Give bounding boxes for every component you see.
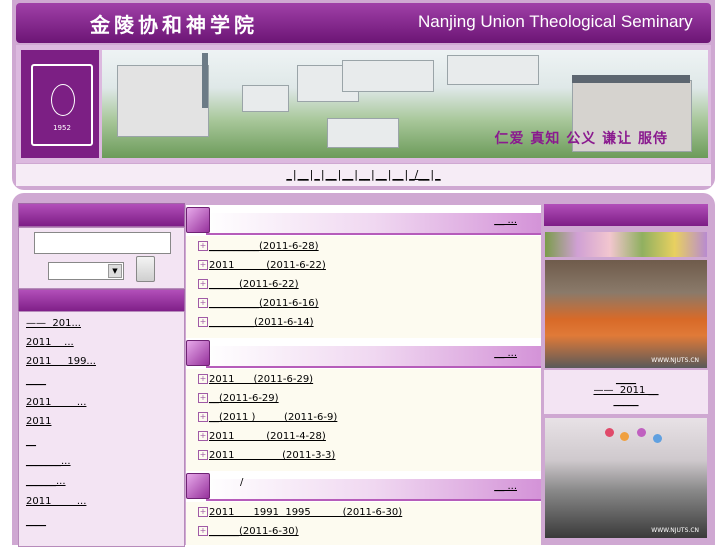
left-news-list: —— 201... 2011 ... 2011 199... ____ 2011…	[18, 311, 185, 547]
search-input[interactable]	[34, 232, 171, 254]
news-center: __ ... + __________(2011-6-28) +2011 (201…	[186, 205, 541, 545]
banner: 1952 仁爱 真知 公义 谦让 服侍	[16, 45, 711, 163]
section-title: /	[240, 477, 244, 488]
caption-line[interactable]: —— 2011 __	[544, 385, 708, 396]
news-item[interactable]: +2011 (2011-6-22)	[198, 260, 326, 271]
caption-line[interactable]: _____	[544, 396, 708, 407]
list-item[interactable]: ____	[26, 516, 46, 527]
list-item[interactable]: 2011	[26, 416, 51, 427]
motto-text: 仁爱 真知 公义 谦让 服侍	[494, 131, 668, 147]
gallery-header	[544, 204, 708, 226]
plus-icon: +	[198, 393, 208, 403]
news-item[interactable]: + __________(2011-6-16)	[198, 298, 319, 309]
news-list-header	[18, 289, 185, 313]
news-item[interactable]: + __(2011 ) (2011-6-9)	[198, 412, 337, 423]
nav-item[interactable]: __	[298, 168, 309, 181]
list-item[interactable]: __	[26, 436, 36, 447]
photo-watermark: WWW.NJUTS.CN	[651, 357, 699, 364]
list-item[interactable]: ______...	[26, 476, 66, 487]
caption-line[interactable]: ____	[544, 374, 708, 385]
search-panel: ▼	[18, 227, 185, 289]
news-item[interactable]: + ______(2011-6-22)	[198, 279, 299, 290]
list-item[interactable]: —— 201...	[26, 318, 81, 329]
main-navigation: _|__|_|__|__|__|__|__|_/__|_	[16, 164, 711, 186]
seminary-logo[interactable]: 1952	[21, 50, 99, 158]
list-item[interactable]: 2011 199...	[26, 356, 96, 367]
flowers-banner-image	[545, 232, 707, 257]
photo-caption: ____ —— 2011 __ _____	[544, 370, 708, 414]
list-item[interactable]: 2011 ...	[26, 397, 86, 408]
section-list: +2011 (2011-6-29) + __(2011-6-29) + __(201…	[186, 369, 541, 471]
nav-item[interactable]: _/__	[409, 168, 429, 181]
list-item[interactable]: ____	[26, 375, 46, 386]
news-item[interactable]: + ______(2011-6-30)	[198, 526, 299, 537]
plus-icon: +	[198, 507, 208, 517]
plus-icon: +	[198, 374, 208, 384]
plus-icon: +	[198, 260, 208, 270]
section-header: / __ ...	[186, 471, 541, 501]
plus-icon: +	[198, 526, 208, 536]
news-item[interactable]: +2011 (2011-3-3)	[198, 450, 335, 461]
news-item[interactable]: +2011 (2011-6-29)	[198, 374, 313, 385]
section-header: __ ...	[186, 205, 541, 235]
search-category-select[interactable]: ▼	[48, 262, 124, 280]
plus-icon: +	[198, 298, 208, 308]
nav-item[interactable]: __	[342, 168, 353, 181]
plus-icon: +	[198, 450, 208, 460]
search-button[interactable]	[136, 256, 155, 282]
cube-icon	[186, 207, 210, 233]
news-item[interactable]: +2011 (2011-4-28)	[198, 431, 326, 442]
plus-icon: +	[198, 412, 208, 422]
plus-icon: +	[198, 431, 208, 441]
nav-item[interactable]: __	[326, 168, 337, 181]
news-item[interactable]: + __(2011-6-29)	[198, 393, 279, 404]
plus-icon: +	[198, 241, 208, 251]
cube-icon	[186, 473, 210, 499]
photo-watermark: WWW.NJUTS.CN	[651, 527, 699, 534]
nav-item[interactable]: __	[392, 168, 403, 181]
chevron-down-icon: ▼	[108, 264, 122, 278]
nav-item[interactable]: _	[314, 168, 320, 181]
nav-item[interactable]: _	[286, 168, 292, 181]
group-photo[interactable]: WWW.NJUTS.CN	[545, 260, 707, 368]
seal-icon: 1952	[31, 64, 93, 146]
plus-icon: +	[198, 279, 208, 289]
site-title-english: Nanjing Union Theological Seminary	[418, 12, 693, 31]
list-item[interactable]: 2011 ...	[26, 496, 86, 507]
right-sidebar: WWW.NJUTS.CN ____ —— 2011 __ _____ WWW.N…	[544, 204, 708, 545]
news-item[interactable]: + _________(2011-6-14)	[198, 317, 314, 328]
more-link[interactable]: __ ...	[494, 481, 517, 492]
left-sidebar: ▼ —— 201... 2011 ... 2011 199... ____ 20…	[18, 203, 185, 547]
campus-illustration: 仁爱 真知 公义 谦让 服侍	[102, 50, 708, 158]
nav-item[interactable]: __	[376, 168, 387, 181]
title-bar: 金陵协和神学院 Nanjing Union Theological Semina…	[16, 3, 711, 43]
list-item[interactable]: _______...	[26, 456, 71, 467]
cube-icon	[186, 340, 210, 366]
list-item[interactable]: 2011 ...	[26, 337, 74, 348]
section-list: +2011 1991 1995 (2011-6-30) + ______(2011…	[186, 502, 541, 545]
more-link[interactable]: __ ...	[494, 215, 517, 226]
search-header	[18, 203, 185, 227]
site-title-chinese: 金陵协和神学院	[90, 13, 258, 37]
section-header: __ ...	[186, 338, 541, 368]
plus-icon: +	[198, 317, 208, 327]
nav-item[interactable]: _	[435, 168, 441, 181]
section-list: + __________(2011-6-28) +2011 (2011-6-22)…	[186, 236, 541, 338]
event-photo[interactable]: WWW.NJUTS.CN	[545, 418, 707, 538]
news-item[interactable]: +2011 1991 1995 (2011-6-30)	[198, 507, 402, 518]
news-item[interactable]: + __________(2011-6-28)	[198, 241, 319, 252]
more-link[interactable]: __ ...	[494, 348, 517, 359]
nav-item[interactable]: __	[359, 168, 370, 181]
seal-year: 1952	[53, 124, 71, 132]
